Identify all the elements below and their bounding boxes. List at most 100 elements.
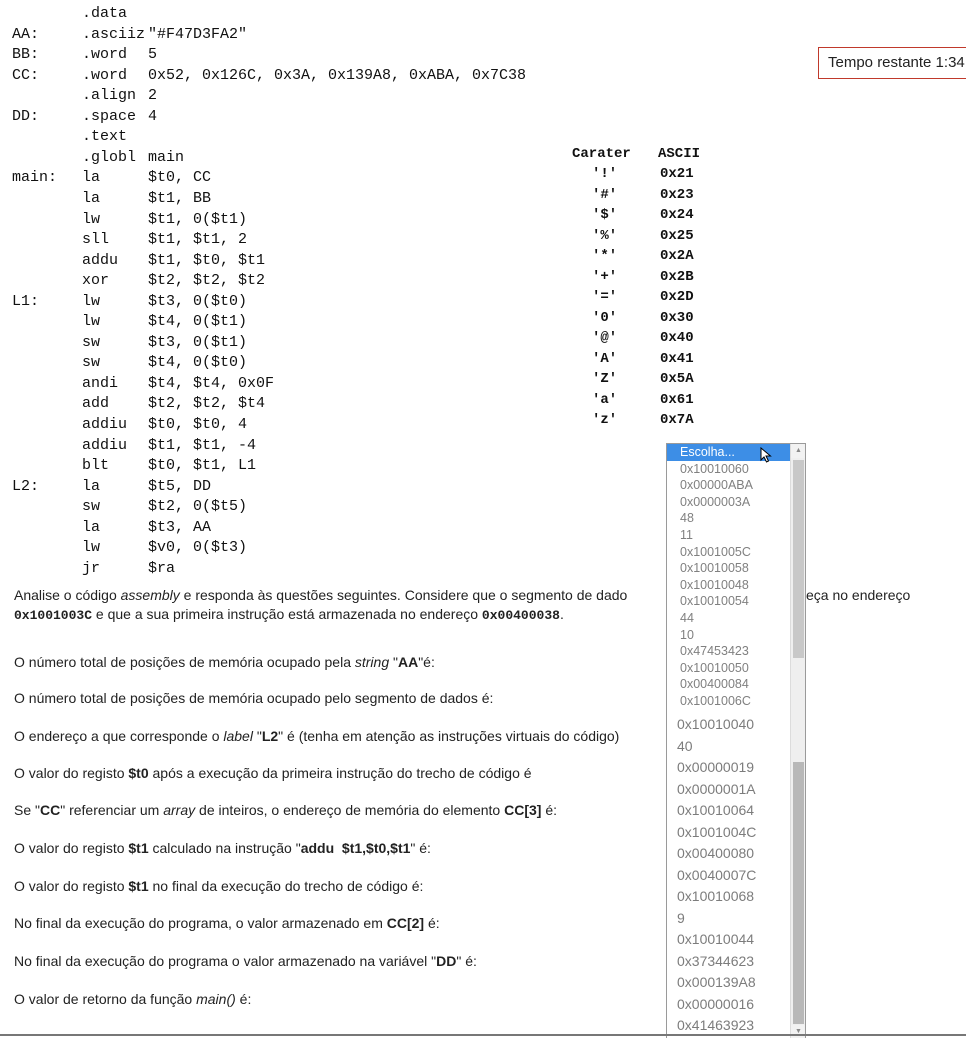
scroll-up-arrow-icon[interactable]: ▲ <box>791 444 805 458</box>
answer-dropdown-list[interactable]: Escolha... 0x10010060 0x00000ABA 0x0000003… <box>666 443 806 1038</box>
code-mnemonic: .word <box>82 66 128 84</box>
dropdown-option[interactable]: 0x1001006C <box>667 693 790 710</box>
code-mnemonic: addu <box>82 251 119 269</box>
ascii-row: '+' 0x2B <box>560 269 760 289</box>
ascii-char: 'a' <box>592 391 618 408</box>
code-line: DD: .space 4 <box>0 107 700 127</box>
code-line: AA: .asciiz "#F47D3FA2" <box>0 25 700 45</box>
data-segment-address: 0x1001003C <box>14 608 93 623</box>
ascii-header-code: ASCII <box>658 146 701 162</box>
ascii-row: '*' 0x2A <box>560 248 760 268</box>
code-operands: $t0, CC <box>148 169 212 187</box>
dropdown-option[interactable]: 0x0040007C <box>667 865 790 887</box>
ascii-header-char: Carater <box>572 146 631 162</box>
dropdown-option[interactable]: 0x10010054 <box>667 593 790 610</box>
dropdown-option[interactable]: 0x10010068 <box>667 886 790 908</box>
question-2: O número total de posições de memória oc… <box>14 690 494 706</box>
code-mnemonic: lw <box>82 210 101 228</box>
dropdown-option[interactable]: 0x10010040 <box>667 714 790 736</box>
dropdown-option[interactable]: 0x0000001A <box>667 779 790 801</box>
dropdown-option[interactable]: 0x000139A8 <box>667 972 790 994</box>
dropdown-option[interactable]: 0x37344623 <box>667 951 790 973</box>
code-line: blt $t0, $t1, L1 <box>0 456 700 476</box>
dropdown-option[interactable]: 44 <box>667 610 790 627</box>
code-mnemonic: .word <box>82 46 128 64</box>
code-line: BB: .word 5 <box>0 45 700 65</box>
question-1: O número total de posições de memória oc… <box>14 654 435 670</box>
dropdown-option[interactable]: 0x1001005C <box>667 544 790 561</box>
code-label: main: <box>12 169 58 187</box>
ascii-hex: 0x23 <box>660 186 694 203</box>
ascii-row: 'Z' 0x5A <box>560 371 760 391</box>
dropdown-option[interactable]: 10 <box>667 627 790 644</box>
dropdown-option[interactable]: 0x10010050 <box>667 660 790 677</box>
ascii-char: '$' <box>592 207 618 223</box>
dropdown-option[interactable]: 48 <box>667 510 790 527</box>
dropdown-option[interactable]: 0x00000016 <box>667 994 790 1016</box>
dropdown-option[interactable]: 0x10010048 <box>667 577 790 594</box>
mouse-cursor-icon <box>760 447 772 463</box>
question-5: Se "CC" referenciar um array de inteiros… <box>14 802 558 818</box>
code-mnemonic: jr <box>82 559 101 577</box>
code-operands: 2 <box>148 87 158 105</box>
ascii-row: 'z' 0x7A <box>560 412 760 432</box>
ascii-hex: 0x7A <box>660 412 694 428</box>
code-operands: $t4, $t4, 0x0F <box>148 374 275 392</box>
time-remaining: Tempo restante 1:34 <box>818 47 966 79</box>
dropdown-option[interactable]: 9 <box>667 908 790 930</box>
page-bottom-divider <box>0 1034 966 1036</box>
code-operands: $t1, $t1, -4 <box>148 436 257 454</box>
dropdown-option[interactable]: 0x10010044 <box>667 929 790 951</box>
code-mnemonic: sw <box>82 354 101 372</box>
code-mnemonic: la <box>82 477 101 495</box>
ascii-hex: 0x21 <box>660 166 694 182</box>
ascii-hex: 0x30 <box>660 309 694 326</box>
dropdown-option[interactable]: 0x10010060 <box>667 461 790 478</box>
code-operands: $t1, BB <box>148 189 212 207</box>
scroll-down-arrow-icon[interactable]: ▼ <box>791 1025 805 1038</box>
ascii-hex: 0x2D <box>660 289 694 305</box>
dropdown-option[interactable]: 0x10010058 <box>667 560 790 577</box>
question-7: O valor do registo $t1 no final da execu… <box>14 878 424 894</box>
ascii-row: 'A' 0x41 <box>560 351 760 371</box>
question-9: No final da execução do programa o valor… <box>14 953 477 969</box>
ascii-row: '#' 0x23 <box>560 187 760 207</box>
code-mnemonic: la <box>82 169 101 187</box>
ascii-hex: 0x2B <box>660 268 694 285</box>
code-operands: $t3, AA <box>148 518 212 536</box>
ascii-row: '!' 0x21 <box>560 166 760 186</box>
ascii-row: '=' 0x2D <box>560 289 760 309</box>
code-mnemonic: .data <box>82 5 128 22</box>
code-operands: "#F47D3FA2" <box>148 25 248 43</box>
code-line: L2: la $t5, DD <box>0 477 700 497</box>
ascii-char: '*' <box>592 248 618 264</box>
dropdown-scrollbar[interactable]: ▲ ▼ <box>790 444 805 1038</box>
code-mnemonic: andi <box>82 374 119 392</box>
dropdown-option[interactable]: 0x00400080 <box>667 843 790 865</box>
code-line: sw $t2, 0($t5) <box>0 497 700 517</box>
dropdown-option[interactable]: 0x00000019 <box>667 757 790 779</box>
code-label: L1: <box>12 292 40 310</box>
dropdown-option[interactable]: 40 <box>667 736 790 758</box>
dropdown-option[interactable]: 0x1001004C <box>667 822 790 844</box>
ascii-char: '=' <box>592 289 618 305</box>
dropdown-option[interactable]: 0x00400084 <box>667 676 790 693</box>
code-mnemonic: addiu <box>82 436 128 454</box>
scrollbar-thumb[interactable] <box>793 460 804 658</box>
ascii-hex: 0x24 <box>660 207 694 223</box>
code-operands: $t3, 0($t1) <box>148 333 248 351</box>
dropdown-option[interactable]: 0x0000003A <box>667 494 790 511</box>
code-mnemonic: blt <box>82 457 110 475</box>
code-operands: $t0, $t1, L1 <box>148 457 257 475</box>
ascii-row: '0' 0x30 <box>560 310 760 330</box>
ascii-hex: 0x41 <box>660 350 694 367</box>
ascii-hex: 0x2A <box>660 248 694 264</box>
code-mnemonic: lw <box>82 313 101 331</box>
ascii-hex: 0x25 <box>660 227 694 244</box>
dropdown-option[interactable]: 0x00000ABA <box>667 477 790 494</box>
dropdown-option[interactable]: 11 <box>667 527 790 544</box>
dropdown-option[interactable]: 0x10010064 <box>667 800 790 822</box>
dropdown-option[interactable]: 0x47453423 <box>667 643 790 660</box>
scrollbar-thumb-secondary[interactable] <box>793 762 804 1024</box>
code-mnemonic: .asciiz <box>82 25 146 43</box>
